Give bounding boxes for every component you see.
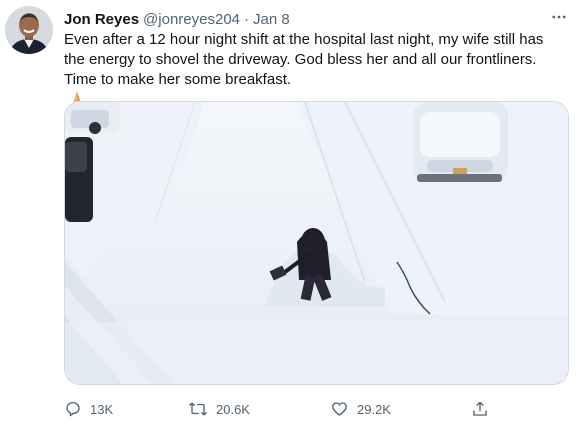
like-icon	[332, 402, 347, 416]
like-button[interactable]: 29.2K	[330, 397, 391, 421]
tweet[interactable]: Jon Reyes @jonreyes204 · Jan 8 Even afte…	[0, 0, 581, 426]
like-count: 29.2K	[357, 401, 391, 417]
tweet-text-line-content: Time to make her some breakfast.	[64, 71, 292, 88]
author-handle[interactable]: @jonreyes204	[143, 11, 240, 28]
share-icon	[473, 401, 487, 416]
retweet-icon	[188, 402, 208, 416]
reply-icon	[66, 401, 80, 417]
reply-count: 13K	[90, 401, 114, 417]
more-icon[interactable]	[549, 7, 569, 27]
separator: ·	[244, 10, 249, 28]
reply-button[interactable]: 13K	[64, 397, 113, 421]
tweet-media-image[interactable]	[64, 101, 569, 385]
avatar[interactable]	[5, 6, 53, 54]
tweet-date[interactable]: Jan 8	[253, 11, 290, 28]
tweet-actions: 13K 20.6K 29.2K	[64, 397, 504, 421]
tweet-text-line: Even after a 12 hour night shift at the …	[64, 31, 544, 48]
retweet-button[interactable]: 20.6K	[188, 397, 250, 421]
tweet-header: Jon Reyes @jonreyes204 · Jan 8	[64, 9, 569, 29]
retweet-count: 20.6K	[216, 401, 250, 417]
author-name[interactable]: Jon Reyes	[64, 11, 139, 28]
tweet-text-line: the energy to shovel the driveway. God b…	[64, 51, 537, 68]
share-button[interactable]	[471, 397, 497, 421]
